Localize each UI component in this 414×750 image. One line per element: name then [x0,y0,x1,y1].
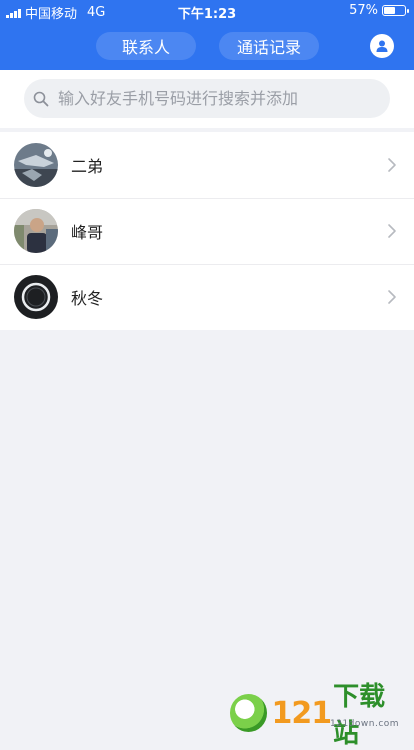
tab-bar: 联系人 通话记录 [0,32,414,62]
chevron-right-icon [388,158,396,172]
battery-percent: 57% [349,3,378,18]
status-right: 57% [349,3,409,18]
contact-row-fengge[interactable]: 峰哥 [0,198,414,264]
watermark-icon [230,694,268,732]
avatar [14,209,58,253]
watermark-text: 下载站 [333,682,386,749]
contact-row-qiudong[interactable]: 秋冬 [0,264,414,330]
person-icon [376,40,388,52]
battery-icon [382,5,409,16]
contact-list: 二弟 峰哥 秋冬 [0,132,414,330]
watermark-subtext: 121down.com [330,719,400,729]
contact-row-erdi[interactable]: 二弟 [0,132,414,198]
contact-name: 二弟 [71,157,104,176]
search-area [0,70,414,128]
tab-contacts[interactable]: 联系人 [96,32,196,60]
profile-button[interactable] [370,34,394,58]
avatar [14,143,58,187]
search-box[interactable] [24,79,390,118]
chevron-right-icon [388,224,396,238]
watermark-number: 121 [271,695,332,731]
chevron-right-icon [388,290,396,304]
contact-name: 峰哥 [71,223,104,242]
header-bar: 中国移动 4G 下午1:23 57% 联系人 通话记录 [0,0,414,70]
watermark-logo: 121 下载站 121down.com [230,682,410,749]
avatar [14,275,58,319]
search-icon [32,90,50,108]
status-bar: 中国移动 4G 下午1:23 57% [0,0,414,22]
search-input[interactable] [56,88,380,109]
contact-name: 秋冬 [71,289,104,308]
tab-call-records[interactable]: 通话记录 [219,32,319,60]
